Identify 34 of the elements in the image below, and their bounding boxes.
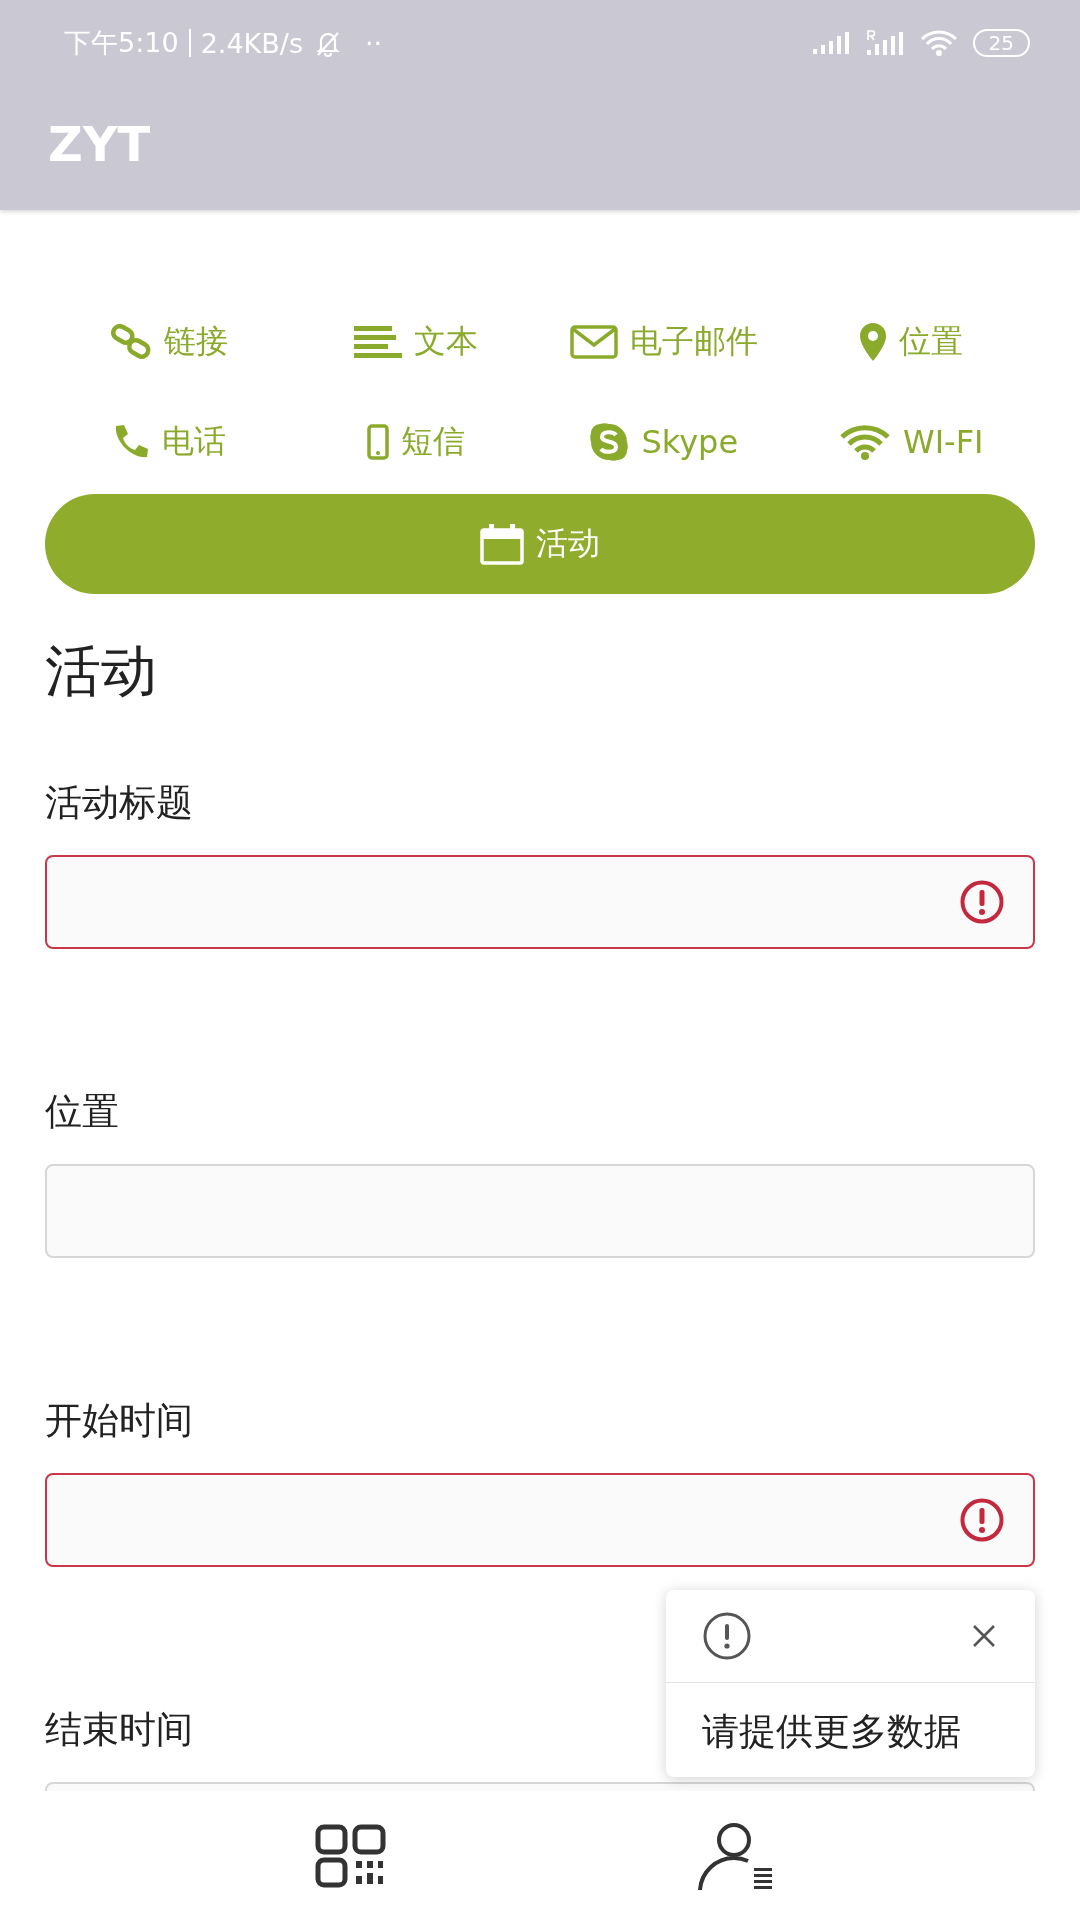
field-label: 活动标题 [45, 780, 193, 826]
mail-icon [569, 325, 618, 359]
input-field[interactable] [45, 855, 1035, 949]
mobile-phone-icon [367, 424, 390, 460]
type-tab[interactable]: 活动 [45, 494, 1035, 594]
notification-dots: ·· [365, 27, 383, 59]
error-icon [959, 1497, 1005, 1543]
type-tab[interactable]: Skype [540, 392, 788, 492]
toast-message: 请提供更多数据 [701, 1709, 962, 1755]
field-label: 开始时间 [45, 1398, 193, 1444]
type-tab[interactable]: 短信 [292, 392, 540, 492]
alert-icon [702, 1611, 752, 1661]
type-tab[interactable]: WI-FI [787, 392, 1035, 492]
close-icon[interactable] [971, 1623, 997, 1649]
qr-code-icon[interactable] [314, 1823, 387, 1888]
wifi-icon [839, 424, 891, 460]
field-label: 结束时间 [45, 1707, 193, 1753]
error-icon [959, 879, 1005, 925]
field-label: 位置 [45, 1089, 119, 1135]
link-icon [109, 324, 152, 360]
skype-icon [589, 422, 630, 462]
input-field[interactable] [45, 1473, 1035, 1567]
signal-icon [864, 30, 905, 56]
type-tab[interactable]: 链接 [45, 292, 293, 392]
type-tab[interactable]: 电话 [45, 392, 293, 492]
calendar-icon [480, 523, 524, 565]
wifi-icon [918, 29, 959, 57]
type-tab[interactable]: 位置 [787, 292, 1035, 392]
location-pin-icon [859, 322, 888, 362]
form-heading: 活动 [45, 637, 158, 705]
text-lines-icon [354, 326, 403, 358]
type-tab[interactable]: 文本 [292, 292, 540, 392]
type-tab[interactable]: 电子邮件 [540, 292, 788, 392]
signal-icon [810, 31, 851, 55]
